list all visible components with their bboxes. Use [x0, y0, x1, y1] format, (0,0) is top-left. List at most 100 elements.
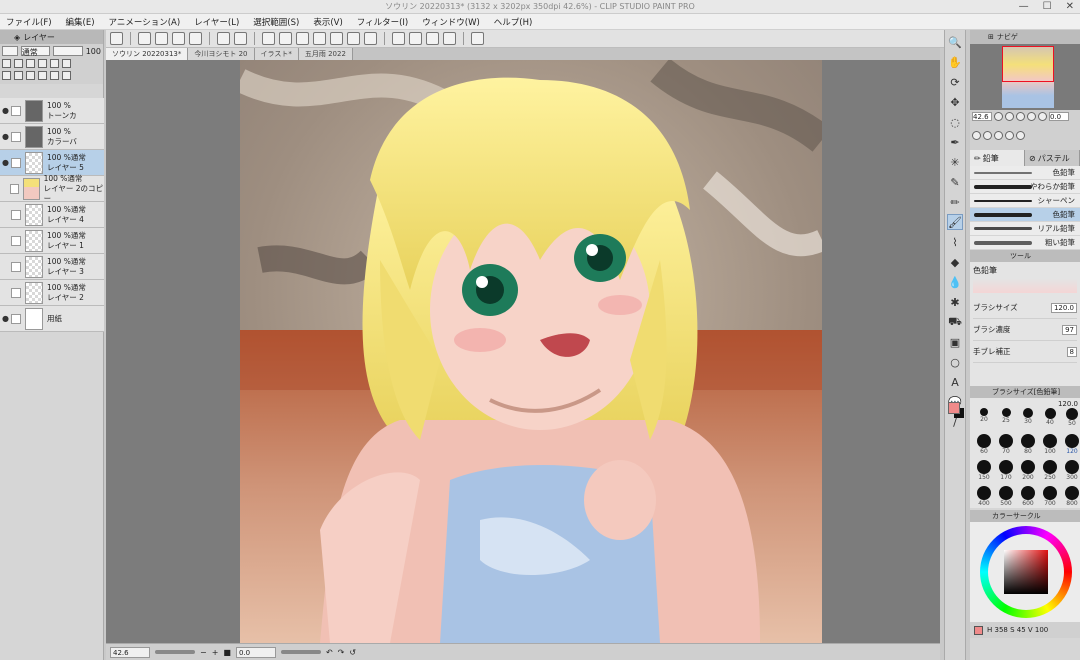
zoom-in-icon[interactable] — [1005, 112, 1014, 121]
zoom-slider[interactable] — [155, 650, 195, 654]
layer-lock-checkbox[interactable] — [11, 287, 21, 298]
layer-lock-checkbox[interactable] — [11, 313, 21, 324]
layer-row[interactable]: ● 100 %通常 レイヤー 5 — [0, 150, 104, 176]
size-preset[interactable]: 40 — [1040, 408, 1060, 432]
reset-rotate-icon[interactable]: ↺ — [349, 648, 356, 657]
canvas-artwork[interactable] — [240, 60, 822, 643]
lock-icon[interactable] — [38, 59, 47, 68]
eye-icon[interactable]: ● — [0, 158, 11, 167]
doc-tab[interactable]: ソウリン 20220313* — [106, 48, 189, 60]
figure-tool-icon[interactable]: ○ — [947, 354, 963, 370]
menu-layer[interactable]: レイヤー(L) — [194, 16, 239, 28]
size-preset[interactable]: 60 — [974, 434, 994, 458]
airbrush-tool-icon[interactable]: ⌇ — [947, 234, 963, 250]
clear-icon[interactable] — [262, 32, 275, 45]
current-color-swatch[interactable] — [974, 625, 983, 635]
size-preset[interactable]: 250 — [1040, 460, 1060, 484]
menu-window[interactable]: ウィンドウ(W) — [422, 16, 480, 28]
eye-icon[interactable]: ● — [0, 314, 11, 323]
minimize-button[interactable]: — — [1019, 0, 1029, 14]
maximize-button[interactable]: ☐ — [1043, 0, 1052, 14]
layer-lock-checkbox[interactable] — [11, 209, 21, 220]
pen-icon[interactable] — [11, 157, 21, 168]
menu-view[interactable]: 表示(V) — [313, 16, 342, 28]
main-color-swatch[interactable] — [948, 402, 960, 414]
perspective-icon[interactable] — [426, 32, 439, 45]
tool-property-header[interactable]: ツール — [970, 250, 1080, 262]
stabilization-input[interactable]: 8 — [1066, 346, 1077, 357]
layer-row[interactable]: 100 %通常 レイヤー 1 — [0, 228, 104, 254]
reset-rotation-icon[interactable] — [994, 131, 1003, 140]
size-preset[interactable]: 120 — [1062, 434, 1080, 458]
clip-icon[interactable] — [2, 59, 11, 68]
size-preset[interactable]: 100 — [1040, 434, 1060, 458]
mask-icon[interactable] — [62, 59, 71, 68]
invert-selection-icon[interactable] — [364, 32, 377, 45]
color-circle-header[interactable]: カラーサークル — [970, 510, 1080, 522]
tab-pastel[interactable]: ⊘ パステル — [1025, 150, 1080, 166]
brush-item[interactable]: 色鉛筆 — [970, 208, 1080, 222]
size-preset[interactable]: 400 — [974, 486, 994, 510]
layer-panel-tab[interactable]: ◈ レイヤー — [0, 30, 103, 44]
brush-item[interactable]: 色鉛筆 — [970, 166, 1080, 180]
close-button[interactable]: ✕ — [1066, 0, 1074, 14]
menu-edit[interactable]: 編集(E) — [66, 16, 95, 28]
brush-size-input[interactable]: 120.0 — [1050, 302, 1077, 313]
size-preset[interactable]: 170 — [996, 460, 1016, 484]
layer-row[interactable]: ● 100 % カラーバ — [0, 124, 104, 150]
layer-lock-checkbox[interactable] — [11, 235, 21, 246]
snap-icon[interactable] — [409, 32, 422, 45]
layer-row[interactable]: ● 100 % トーンカ — [0, 98, 104, 124]
layer-lock-checkbox[interactable] — [11, 105, 21, 116]
menu-selection[interactable]: 選択範囲(S) — [253, 16, 299, 28]
doc-tab[interactable]: 五月雨 2022 — [298, 48, 353, 60]
navigator-zoom-field[interactable]: 42.6 — [972, 112, 992, 121]
brush-size-header[interactable]: ブラシサイズ[色鉛筆] — [970, 386, 1080, 398]
size-preset[interactable]: 25 — [996, 408, 1016, 432]
export-icon[interactable] — [189, 32, 202, 45]
navigator-angle-field[interactable]: 0.0 — [1049, 112, 1069, 121]
size-preset[interactable]: 200 — [1018, 460, 1038, 484]
brush-item[interactable]: 粗い鉛筆 — [970, 236, 1080, 250]
move-tool-icon[interactable]: ✥ — [947, 94, 963, 110]
blend-mode-select[interactable]: 通常 — [20, 46, 51, 57]
size-preset[interactable]: 800 — [1062, 486, 1080, 510]
menu-help[interactable]: ヘルプ(H) — [494, 16, 533, 28]
decoration-tool-icon[interactable]: ✱ — [947, 294, 963, 310]
doc-tab[interactable]: 今川ヨシモト 20 — [188, 48, 255, 60]
layer-mask-icon[interactable] — [50, 71, 59, 80]
size-preset[interactable]: 30 — [1018, 408, 1038, 432]
zoom-tool-icon[interactable]: 🔍 — [947, 34, 963, 50]
draft-icon[interactable] — [26, 59, 35, 68]
new-vector-layer-icon[interactable] — [14, 71, 23, 80]
angle-field[interactable]: 0.0 — [235, 646, 276, 658]
auto-select-tool-icon[interactable]: ✳ — [947, 154, 963, 170]
eye-icon[interactable]: ● — [0, 132, 11, 141]
deselect-icon[interactable] — [347, 32, 360, 45]
brush-tool-icon[interactable]: 🖌 — [947, 214, 963, 230]
menu-animation[interactable]: アニメーション(A) — [109, 16, 181, 28]
rotate-slider[interactable] — [280, 650, 321, 654]
layer-lock-checkbox[interactable] — [9, 183, 20, 194]
expression-color-select[interactable] — [2, 46, 18, 56]
blend-tool-icon[interactable]: 💧 — [947, 274, 963, 290]
transform-icon[interactable] — [279, 32, 292, 45]
brush-item[interactable]: シャーペン — [970, 194, 1080, 208]
merge-down-icon[interactable] — [38, 71, 47, 80]
eraser-tool-icon[interactable]: ◆ — [947, 254, 963, 270]
rotate-tool-icon[interactable]: ⟳ — [947, 74, 963, 90]
opacity-slider[interactable] — [53, 46, 83, 56]
reference-icon[interactable] — [14, 59, 23, 68]
menu-filter[interactable]: フィルター(I) — [357, 16, 408, 28]
lasso-tool-icon[interactable]: ◌ — [947, 114, 963, 130]
brush-density-input[interactable]: 97 — [1062, 324, 1077, 335]
layer-row[interactable]: 100 %通常 レイヤー 2のコピー — [0, 174, 104, 203]
size-preset[interactable]: 20 — [974, 408, 994, 432]
size-preset[interactable]: 700 — [1040, 486, 1060, 510]
size-preset[interactable]: 600 — [1018, 486, 1038, 510]
size-preset[interactable]: 70 — [996, 434, 1016, 458]
pencil-tool-icon[interactable]: ✏ — [947, 194, 963, 210]
flip-vertical-icon[interactable] — [1016, 131, 1025, 140]
saturation-value-square[interactable] — [1004, 550, 1048, 594]
brush-item[interactable]: リアル鉛筆 — [970, 222, 1080, 236]
